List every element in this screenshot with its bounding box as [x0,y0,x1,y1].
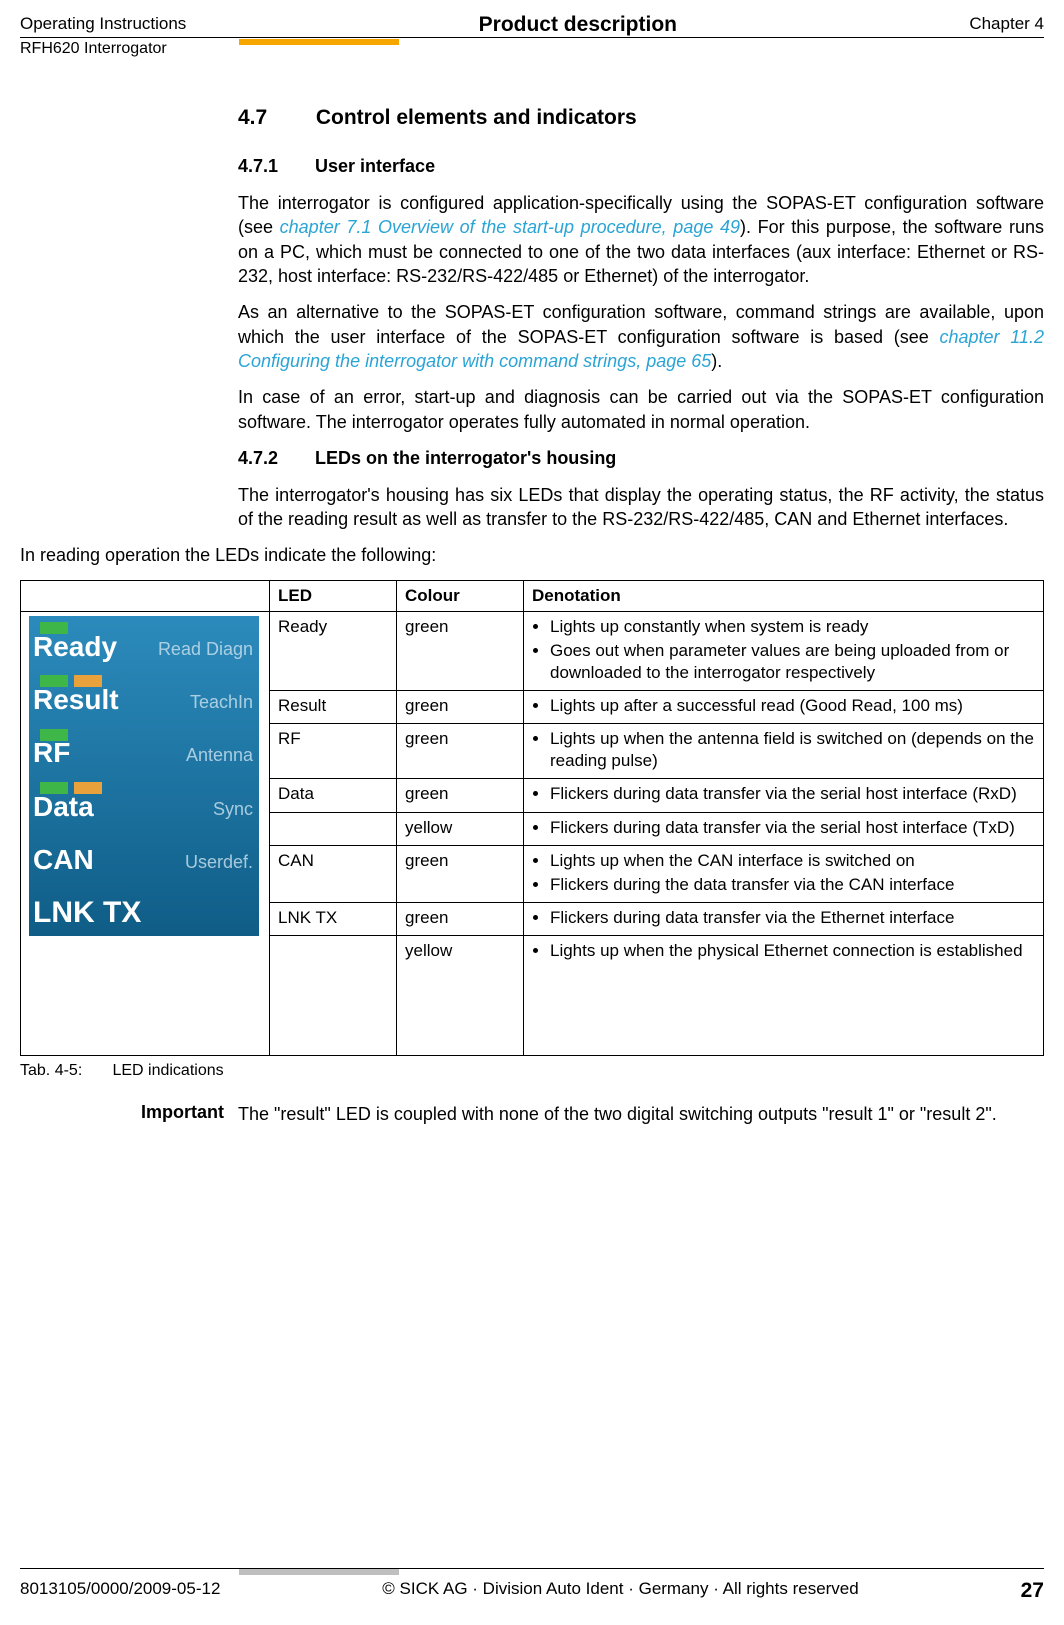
section-title: Control elements and indicators [316,106,637,129]
table-cell-colour: green [397,845,524,902]
panel-row-sublabel: Userdef. [185,851,253,874]
table-cell-denotation: Lights up when the antenna field is swit… [524,724,1044,779]
important-text: The "result" LED is coupled with none of… [238,1102,1044,1126]
panel-row: LNK TX [29,883,259,936]
header-chapter: Chapter 4 [969,14,1044,37]
caption-prefix: Tab. 4-5: [20,1062,108,1080]
panel-row-label: Data [33,789,94,825]
subsection-1-title: User interface [315,156,435,176]
cross-reference-link[interactable]: chapter 7.1 Overview of the start-up pro… [280,217,740,237]
table-cell-colour: green [397,724,524,779]
list-item: Flickers during data transfer via the Et… [550,907,1035,929]
led-table-container: LED Colour Denotation Ready Read Diagn Res… [20,580,1044,1080]
subsection-2-number: 4.7.2 [238,448,310,469]
list-item: Goes out when parameter values are being… [550,640,1035,684]
table-cell-denotation: Lights up after a successful read (Good … [524,691,1044,724]
important-label: Important [130,1102,238,1126]
caption-text: LED indications [112,1062,223,1079]
footer-page-number: 27 [1021,1579,1044,1603]
panel-row-label: LNK TX [33,893,141,932]
table-header-cell: Denotation [524,580,1044,611]
header-rule [20,37,1044,38]
paragraph: In case of an error, start-up and diagno… [238,385,1044,434]
table-cell-colour: yellow [397,935,524,1055]
table-cell-denotation: Lights up when the physical Ethernet con… [524,935,1044,1055]
header-subtitle: RFH620 Interrogator [20,40,1044,58]
table-header-cell: Colour [397,580,524,611]
panel-row-sublabel: TeachIn [190,691,253,714]
table-cell-denotation: Flickers during data transfer via the se… [524,779,1044,812]
section-heading: 4.7 Control elements and indicators [238,106,1044,130]
led-table: LED Colour Denotation Ready Read Diagn Res… [20,580,1044,1056]
panel-row-label: CAN [33,842,94,878]
table-cell-led: CAN [270,845,397,902]
led-panel-image: Ready Read Diagn Result TeachIn RF Antenna Dat… [21,611,270,1055]
list-item: Flickers during the data transfer via th… [550,874,1035,896]
table-cell-led: Result [270,691,397,724]
paragraph: The interrogator is configured applicati… [238,191,1044,288]
panel-row-sublabel: Read Diagn [158,638,253,661]
important-note: Important The "result" LED is coupled wi… [130,1102,1044,1126]
table-caption: Tab. 4-5: LED indications [20,1062,1044,1080]
table-cell-colour: green [397,779,524,812]
content: 4.7 Control elements and indicators 4.7.… [238,106,1044,1126]
table-cell-led [270,935,397,1055]
table-cell-led [270,812,397,845]
panel-row: CAN Userdef. [29,829,259,882]
panel-row-label: Ready [33,629,117,665]
panel-row-sublabel: Sync [213,798,253,821]
list-item: Flickers during data transfer via the se… [550,783,1035,805]
table-cell-led: RF [270,724,397,779]
text: As an alternative to the SOPAS-ET config… [238,302,1044,346]
paragraph: As an alternative to the SOPAS-ET config… [238,300,1044,373]
panel-row: Result TeachIn [29,669,259,722]
list-item: Lights up after a successful read (Good … [550,695,1035,717]
table-cell-colour: green [397,691,524,724]
table-header-cell: LED [270,580,397,611]
text: ). [711,351,722,371]
list-item: Flickers during data transfer via the se… [550,817,1035,839]
footer-accent-bar [239,1569,399,1575]
subsection-2-title: LEDs on the interrogator's housing [315,448,616,468]
table-cell-colour: green [397,902,524,935]
panel-row-label: RF [33,735,70,771]
footer-copyright: © SICK AG · Division Auto Ident · German… [382,1579,858,1603]
table-cell-colour: yellow [397,812,524,845]
section-number: 4.7 [238,106,310,130]
list-item: Lights up when the CAN interface is swit… [550,850,1035,872]
page-footer: 8013105/0000/2009-05-12 © SICK AG · Divi… [20,1579,1044,1603]
table-cell-led: LNK TX [270,902,397,935]
table-header-row: LED Colour Denotation [21,580,1044,611]
footer-rule [20,1568,1044,1569]
panel-row-sublabel: Antenna [186,744,253,767]
header-left: Operating Instructions [20,14,186,37]
table-row: ReadyRead DiagnResultTeachInRFAntennaDat… [21,611,1044,690]
table-cell-led: Ready [270,611,397,690]
page-header: Operating Instructions Product descripti… [20,14,1044,37]
panel-row: RF Antenna [29,723,259,776]
page: Operating Instructions Product descripti… [0,0,1064,1625]
paragraph: In reading operation the LEDs indicate t… [20,543,1044,567]
table-cell-colour: green [397,611,524,690]
panel-row: Ready Read Diagn [29,616,259,669]
subsection-2-heading: 4.7.2 LEDs on the interrogator's housing [238,448,1044,469]
table-cell-denotation: Flickers during data transfer via the se… [524,812,1044,845]
table-cell-denotation: Flickers during data transfer via the Et… [524,902,1044,935]
list-item: Lights up constantly when system is read… [550,616,1035,638]
header-title: Product description [479,12,677,37]
panel-row: Data Sync [29,776,259,829]
table-cell-led: Data [270,779,397,812]
subsection-1-number: 4.7.1 [238,156,310,177]
table-cell-denotation: Lights up when the CAN interface is swit… [524,845,1044,902]
footer-doc-id: 8013105/0000/2009-05-12 [20,1579,220,1603]
list-item: Lights up when the physical Ethernet con… [550,940,1035,962]
table-cell-denotation: Lights up constantly when system is read… [524,611,1044,690]
panel-row-label: Result [33,682,119,718]
accent-bar [239,39,399,45]
table-header-cell [21,580,270,611]
list-item: Lights up when the antenna field is swit… [550,728,1035,772]
subsection-1-heading: 4.7.1 User interface [238,156,1044,177]
paragraph: The interrogator's housing has six LEDs … [238,483,1044,532]
led-panel: Ready Read Diagn Result TeachIn RF Antenna Dat… [29,616,259,936]
